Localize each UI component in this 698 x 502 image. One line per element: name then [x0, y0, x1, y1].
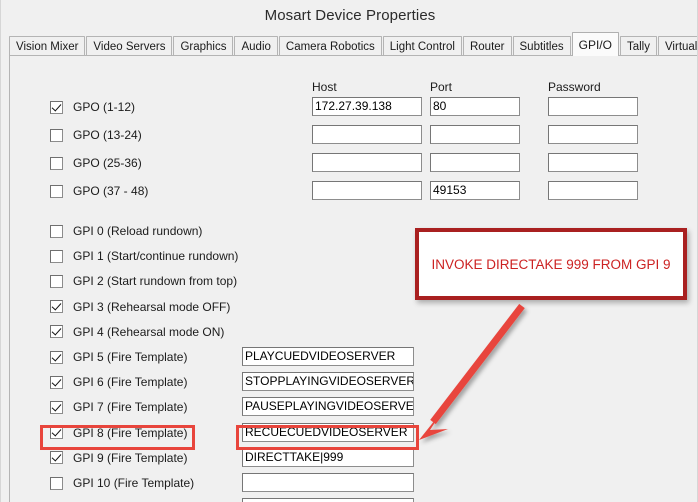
- gpi-label: GPI 1 (Start/continue rundown): [73, 249, 238, 263]
- gpi-checkbox[interactable]: [50, 477, 63, 490]
- gpi-row[interactable]: GPI 9 (Fire Template): [50, 449, 187, 467]
- gpo-row[interactable]: GPO (37 - 48): [50, 182, 148, 200]
- gpo-host-input[interactable]: [312, 153, 422, 172]
- gpi-row[interactable]: GPI 2 (Start rundown from top): [50, 272, 237, 290]
- gpi-label: GPI 7 (Fire Template): [73, 400, 187, 414]
- tab-video-servers[interactable]: Video Servers: [86, 36, 172, 56]
- gpo-label: GPO (37 - 48): [73, 184, 148, 198]
- gpi-label: GPI 4 (Rehearsal mode ON): [73, 325, 224, 339]
- window-title: Mosart Device Properties: [265, 7, 436, 24]
- gpi-row[interactable]: GPI 10 (Fire Template): [50, 474, 194, 492]
- gpi-row[interactable]: GPI 3 (Rehearsal mode OFF): [50, 298, 230, 316]
- column-header-port: Port: [430, 80, 452, 94]
- gpi-checkbox[interactable]: [50, 275, 63, 288]
- gpo-port-input[interactable]: [430, 125, 520, 144]
- tab-camera-robotics[interactable]: Camera Robotics: [279, 36, 382, 56]
- gpi-row[interactable]: GPI 0 (Reload rundown): [50, 222, 202, 240]
- gpi-label: GPI 9 (Fire Template): [73, 451, 187, 465]
- tab-audio[interactable]: Audio: [234, 36, 277, 56]
- gpo-row[interactable]: GPO (25-36): [50, 154, 142, 172]
- gpo-host-input[interactable]: [312, 181, 422, 200]
- tab-tally[interactable]: Tally: [620, 36, 657, 56]
- gpi-row[interactable]: GPI 8 (Fire Template): [50, 424, 187, 442]
- gpi-label: GPI 6 (Fire Template): [73, 375, 187, 389]
- gpo-checkbox[interactable]: [50, 185, 63, 198]
- gpi-label: GPI 2 (Start rundown from top): [73, 274, 237, 288]
- gpo-label: GPO (25-36): [73, 156, 142, 170]
- gpi-label: GPI 3 (Rehearsal mode OFF): [73, 300, 230, 314]
- gpo-label: GPO (1-12): [73, 100, 135, 114]
- gpi-checkbox[interactable]: [50, 376, 63, 389]
- tab-virtual-set[interactable]: Virtual Set: [658, 36, 698, 56]
- gpi-label: GPI 8 (Fire Template): [73, 426, 187, 440]
- gpo-password-input[interactable]: [548, 97, 638, 116]
- gpi-row[interactable]: GPI 1 (Start/continue rundown): [50, 247, 238, 265]
- mosart-device-properties-window: Mosart Device Properties Vision MixerVid…: [0, 0, 698, 502]
- gpi-checkbox[interactable]: [50, 351, 63, 364]
- tab-light-control[interactable]: Light Control: [383, 36, 462, 56]
- gpi-template-input[interactable]: [242, 473, 414, 492]
- gpo-password-input[interactable]: [548, 125, 638, 144]
- annotation-callout-text: INVOKE DIRECTAKE 999 FROM GPI 9: [423, 255, 678, 274]
- gpi-label: GPI 5 (Fire Template): [73, 350, 187, 364]
- gpi-checkbox[interactable]: [50, 451, 63, 464]
- tab-router[interactable]: Router: [463, 36, 512, 56]
- gpi-template-input[interactable]: [242, 498, 414, 502]
- tab-strip[interactable]: Vision MixerVideo ServersGraphicsAudioCa…: [9, 32, 698, 56]
- gpo-port-input[interactable]: 80: [430, 97, 520, 116]
- gpi-template-input[interactable]: PAUSEPLAYINGVIDEOSERVER: [242, 397, 414, 416]
- gpi-checkbox[interactable]: [50, 426, 63, 439]
- gpo-port-input[interactable]: 49153: [430, 181, 520, 200]
- gpi-label: GPI 10 (Fire Template): [73, 476, 194, 490]
- gpi-template-input[interactable]: DIRECTTAKE|999: [242, 448, 414, 467]
- gpi-checkbox[interactable]: [50, 401, 63, 414]
- tab-subtitles[interactable]: Subtitles: [513, 36, 571, 56]
- gpi-template-input[interactable]: RECUECUEDVIDEOSERVER: [242, 423, 414, 442]
- tab-vision-mixer[interactable]: Vision Mixer: [9, 36, 85, 56]
- gpo-password-input[interactable]: [548, 153, 638, 172]
- gpo-row[interactable]: GPO (13-24): [50, 126, 142, 144]
- gpi-label: GPI 0 (Reload rundown): [73, 224, 202, 238]
- gpi-template-input[interactable]: PLAYCUEDVIDEOSERVER: [242, 347, 414, 366]
- gpo-row[interactable]: GPO (1-12): [50, 98, 135, 116]
- column-header-host: Host: [312, 80, 337, 94]
- tab-gpi-o[interactable]: GPI/O: [572, 32, 619, 56]
- annotation-callout: INVOKE DIRECTAKE 999 FROM GPI 9: [415, 228, 687, 300]
- gpi-checkbox[interactable]: [50, 300, 63, 313]
- gpi-checkbox[interactable]: [50, 250, 63, 263]
- gpi-row[interactable]: GPI 7 (Fire Template): [50, 398, 187, 416]
- gpo-checkbox[interactable]: [50, 101, 63, 114]
- gpi-row[interactable]: GPI 5 (Fire Template): [50, 348, 187, 366]
- gpi-row[interactable]: GPI 4 (Rehearsal mode ON): [50, 323, 224, 341]
- gpo-checkbox[interactable]: [50, 157, 63, 170]
- gpo-host-input[interactable]: 172.27.39.138: [312, 97, 422, 116]
- gpi-row[interactable]: GPI 6 (Fire Template): [50, 373, 187, 391]
- gpo-password-input[interactable]: [548, 181, 638, 200]
- window-titlebar: Mosart Device Properties: [1, 0, 698, 30]
- gpi-checkbox[interactable]: [50, 225, 63, 238]
- gpi-checkbox[interactable]: [50, 325, 63, 338]
- gpo-port-input[interactable]: [430, 153, 520, 172]
- gpo-label: GPO (13-24): [73, 128, 142, 142]
- gpo-checkbox[interactable]: [50, 129, 63, 142]
- gpo-host-input[interactable]: [312, 125, 422, 144]
- column-header-password: Password: [548, 80, 601, 94]
- tab-graphics[interactable]: Graphics: [173, 36, 233, 56]
- gpi-template-input[interactable]: STOPPLAYINGVIDEOSERVER: [242, 372, 414, 391]
